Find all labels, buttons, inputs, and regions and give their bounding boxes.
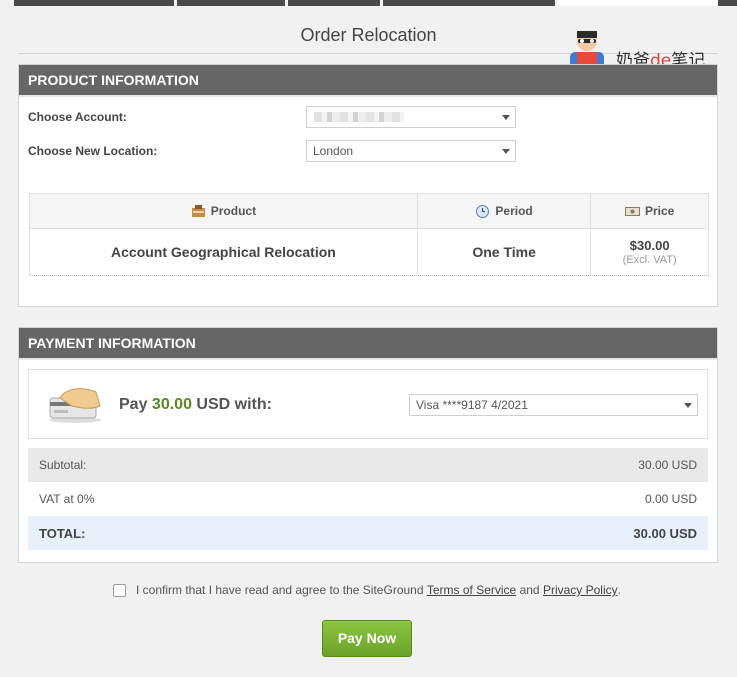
header-period: Period <box>418 194 592 228</box>
product-name: Account Geographical Relocation <box>30 229 418 275</box>
chevron-down-icon <box>497 141 515 161</box>
redacted-account <box>314 112 404 122</box>
table-header-row: Product Period Price <box>30 194 708 229</box>
panel-heading: PAYMENT INFORMATION <box>19 328 717 358</box>
product-price-cell: $30.00 (Excl. VAT) <box>591 229 708 275</box>
top-tab[interactable] <box>718 0 737 6</box>
pay-amount: 30.00 <box>151 396 192 413</box>
top-tab-bar <box>0 0 737 6</box>
header-product: Product <box>30 194 418 228</box>
account-label: Choose Account: <box>28 110 127 124</box>
top-tab[interactable] <box>383 0 555 6</box>
product-price: $30.00 <box>629 238 670 253</box>
terms-of-service-link[interactable]: Terms of Service <box>427 583 516 597</box>
location-select[interactable]: London <box>306 140 516 162</box>
vat-row: VAT at 0% 0.00 USD <box>28 482 708 516</box>
pay-amount-text: Pay 30.00 USD with: <box>119 396 272 413</box>
account-select[interactable] <box>306 106 516 128</box>
clock-icon <box>476 204 490 218</box>
product-table: Product Period Price Account Geographica… <box>29 193 709 276</box>
terms-checkbox[interactable] <box>113 583 126 597</box>
product-icon <box>191 204 205 217</box>
location-label: Choose New Location: <box>28 144 158 158</box>
product-period: One Time <box>418 229 592 275</box>
total-row: TOTAL: 30.00 USD <box>28 516 708 550</box>
header-price: Price <box>591 194 708 228</box>
privacy-policy-link[interactable]: Privacy Policy <box>543 583 618 597</box>
payment-information-panel: PAYMENT INFORMATION Pay 30.00 USD with: … <box>18 327 718 563</box>
subtotal-row: Subtotal: 30.00 USD <box>28 448 708 482</box>
price-icon <box>624 206 640 216</box>
credit-card-icon <box>49 388 101 423</box>
panel-heading: PRODUCT INFORMATION <box>19 65 717 95</box>
price-note: (Excl. VAT) <box>622 254 677 266</box>
payment-method-box: Pay 30.00 USD with: Visa ****9187 4/2021 <box>28 369 708 439</box>
top-tab-active[interactable] <box>558 0 716 6</box>
card-select[interactable]: Visa ****9187 4/2021 <box>409 394 698 416</box>
top-tab[interactable] <box>177 0 285 6</box>
totals-table: Subtotal: 30.00 USD VAT at 0% 0.00 USD TOT… <box>28 448 708 550</box>
terms-confirmation: I confirm that I have read and agree to … <box>113 583 621 597</box>
chevron-down-icon <box>679 395 697 415</box>
top-tab[interactable] <box>14 0 174 6</box>
pay-now-button[interactable]: Pay Now <box>322 620 412 657</box>
product-information-panel: PRODUCT INFORMATION Choose Account: Choo… <box>18 64 718 307</box>
table-row: Account Geographical Relocation One Time… <box>30 229 708 275</box>
top-tab[interactable] <box>288 0 380 6</box>
chevron-down-icon <box>497 107 515 127</box>
